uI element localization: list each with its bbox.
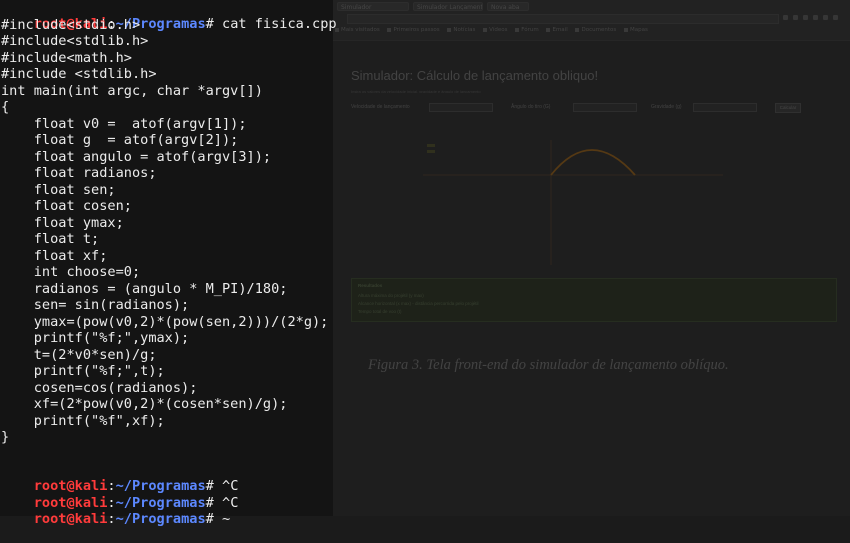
prompt-line: root@kali:~/Programas# ~ [1,495,230,527]
code-line: xf=(2*pow(v0,2)*(cosen*sen)/g); [1,396,288,412]
code-line: float xf; [1,247,108,264]
prompt-colon: : [107,511,116,527]
code-line: float ymax; [1,214,124,231]
code-line: printf("%f;",ymax); [1,330,190,346]
code-line: float cosen; [1,198,132,214]
code-line: #include<stdio.h> [1,16,141,33]
code-line: radianos = (angulo * M_PI)/180; [1,280,288,297]
prompt-symbol: # [205,511,214,527]
code-line: float sen; [1,181,116,198]
code-line: int choose=0; [1,264,141,280]
code-line: float v0 = atof(argv[1]); [1,115,247,132]
prompt-path: ~/Programas [115,511,206,527]
code-line: #include<math.h> [1,49,132,66]
code-line: sen= sin(radianos); [1,297,190,313]
code-line: float radianos; [1,165,157,181]
code-line: cosen=cos(radianos); [1,379,198,396]
terminal-window[interactable]: root@kali:~/Programas# cat fisica.cpp #i… [0,0,850,527]
code-line: t=(2*v0*sen)/g; [1,346,157,363]
code-line: { [1,99,10,115]
code-line: ymax=(pow(v0,2)*(pow(sen,2)))/(2*g); [1,313,329,330]
code-line: float g = atof(argv[2]); [1,132,239,148]
command-text: ~ [213,511,231,527]
code-line: #include<stdlib.h> [1,33,149,49]
code-line: } [1,429,10,445]
code-line: #include <stdlib.h> [1,66,157,82]
prompt-symbol: # [205,16,214,32]
code-line: float t; [1,231,100,247]
prompt-line: root@kali:~/Programas# ^C [1,462,239,494]
prompt-user: root@kali [33,511,108,527]
code-line: printf("%f",xf); [1,412,165,429]
prompt-line: root@kali:~/Programas# cat fisica.cpp [1,0,337,32]
code-line: float angulo = atof(argv[3]); [1,148,272,165]
command-text: cat fisica.cpp [213,16,337,32]
prompt-line: root@kali:~/Programas# ^C [1,479,239,511]
code-line: int main(int argc, char *argv[]) [1,82,263,99]
code-line: printf("%f;",t); [1,363,165,379]
